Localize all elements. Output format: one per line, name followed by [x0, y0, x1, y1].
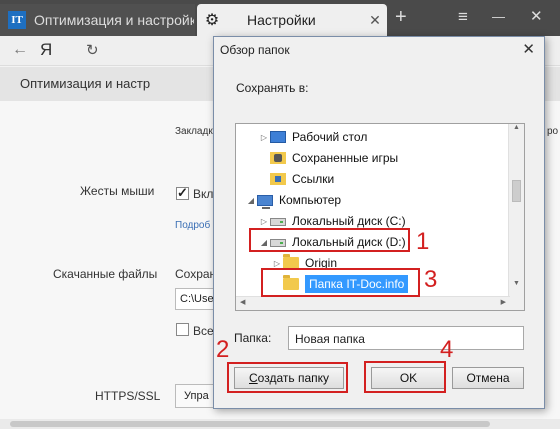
scroll-right-arrow-icon[interactable]: ▶	[501, 298, 506, 306]
dialog-title: Обзор папок	[220, 43, 290, 57]
tree-item-saved-games[interactable]: Сохраненные игры	[258, 148, 398, 168]
saved-games-icon	[270, 152, 286, 164]
scroll-left-arrow-icon[interactable]: ◀	[240, 298, 245, 306]
page-title: Оптимизация и настр	[20, 76, 151, 91]
menu-icon[interactable]: ≡	[458, 7, 468, 27]
reload-icon[interactable]: ↻	[86, 41, 99, 59]
tree-item-label: Сохраненные игры	[292, 151, 399, 165]
tree-item-desktop[interactable]: ▷ Рабочий стол	[258, 127, 367, 147]
scrollbar-thumb[interactable]	[512, 180, 521, 202]
tree-item-label: Компьютер	[279, 193, 342, 207]
downloads-label: Скачанные файлы	[53, 267, 158, 281]
mouse-gestures-label: Жесты мыши	[80, 184, 155, 198]
downloads-save-label: Сохран	[175, 267, 217, 281]
annotation-box-1	[249, 228, 410, 252]
links-icon	[270, 173, 286, 185]
downloads-path-input[interactable]: C:\Use	[175, 288, 215, 310]
new-tab-button[interactable]: +	[395, 6, 407, 29]
tab-title-settings: Настройки	[247, 12, 316, 28]
desktop-icon	[270, 131, 286, 143]
gear-icon: ⚙	[204, 12, 220, 29]
cancel-button[interactable]: Отмена	[452, 367, 524, 389]
it-doc-logo-icon: IT	[8, 11, 26, 29]
computer-icon	[257, 194, 273, 209]
window-close-button[interactable]: ✕	[530, 7, 543, 25]
minimize-button[interactable]: —	[492, 9, 505, 24]
scroll-down-arrow-icon[interactable]: ▼	[509, 280, 524, 296]
tree-vertical-scrollbar[interactable]: ▲ ▼	[508, 124, 524, 310]
tree-item-links[interactable]: Ссылки	[258, 169, 334, 189]
folder-name-label: Папка:	[234, 331, 272, 345]
mouse-gestures-check-label: Вкл	[193, 187, 214, 201]
save-to-label: Сохранять в:	[236, 81, 309, 95]
tree-horizontal-scrollbar[interactable]: ◀ ▶	[236, 296, 510, 310]
annotation-box-3	[261, 268, 420, 297]
tab-close-button[interactable]: ✕	[363, 12, 387, 29]
scroll-up-arrow-icon[interactable]: ▲	[509, 124, 524, 140]
https-manage-button[interactable]: Упра	[175, 384, 215, 408]
annotation-number-4: 4	[440, 336, 454, 363]
annotation-number-1: 1	[416, 228, 430, 255]
back-arrow-icon[interactable]: ←	[12, 41, 28, 59]
expand-arrow-icon[interactable]: ▷	[271, 259, 283, 268]
tree-item-label: Рабочий стол	[292, 130, 368, 144]
dialog-close-button[interactable]: ✕	[522, 40, 535, 58]
downloads-always-checkbox[interactable]	[176, 323, 189, 336]
annotation-number-2: 2	[216, 336, 230, 363]
https-label: HTTPS/SSL	[95, 389, 161, 403]
page-horizontal-scrollbar[interactable]	[0, 419, 560, 429]
clipped-text: ро	[547, 126, 559, 137]
annotation-box-2	[227, 362, 348, 393]
browse-folder-dialog: Обзор папок ✕ Сохранять в: ▷ Рабочий сто…	[213, 36, 545, 409]
bookmarks-label: Закладк	[175, 126, 213, 137]
drive-icon	[270, 218, 286, 226]
tree-item-label: Локальный диск (C:)	[292, 214, 406, 228]
folder-name-input[interactable]: Новая папка	[288, 326, 524, 350]
tab-it-doc[interactable]: IT Оптимизация и настройка	[0, 4, 195, 36]
expand-arrow-icon[interactable]: ▷	[258, 217, 270, 226]
annotation-number-3: 3	[424, 266, 438, 293]
expand-arrow-icon[interactable]: ▷	[258, 133, 270, 142]
tree-item-computer[interactable]: ◢ Компьютер	[245, 190, 341, 210]
tab-settings[interactable]: ⚙ Настройки ✕	[197, 4, 387, 36]
scrollbar-thumb[interactable]	[10, 421, 490, 427]
tab-title: Оптимизация и настройка	[34, 12, 194, 28]
yandex-logo-icon[interactable]: Я	[40, 40, 52, 60]
mouse-gestures-more-link[interactable]: Подроб	[175, 220, 210, 231]
annotation-box-4	[364, 361, 446, 393]
tree-item-label: Ссылки	[292, 172, 335, 186]
collapse-arrow-icon[interactable]: ◢	[245, 196, 257, 205]
browser-tab-bar: IT Оптимизация и настройка ⚙ Настройки ✕…	[0, 0, 560, 36]
mouse-gestures-checkbox[interactable]	[176, 185, 189, 201]
